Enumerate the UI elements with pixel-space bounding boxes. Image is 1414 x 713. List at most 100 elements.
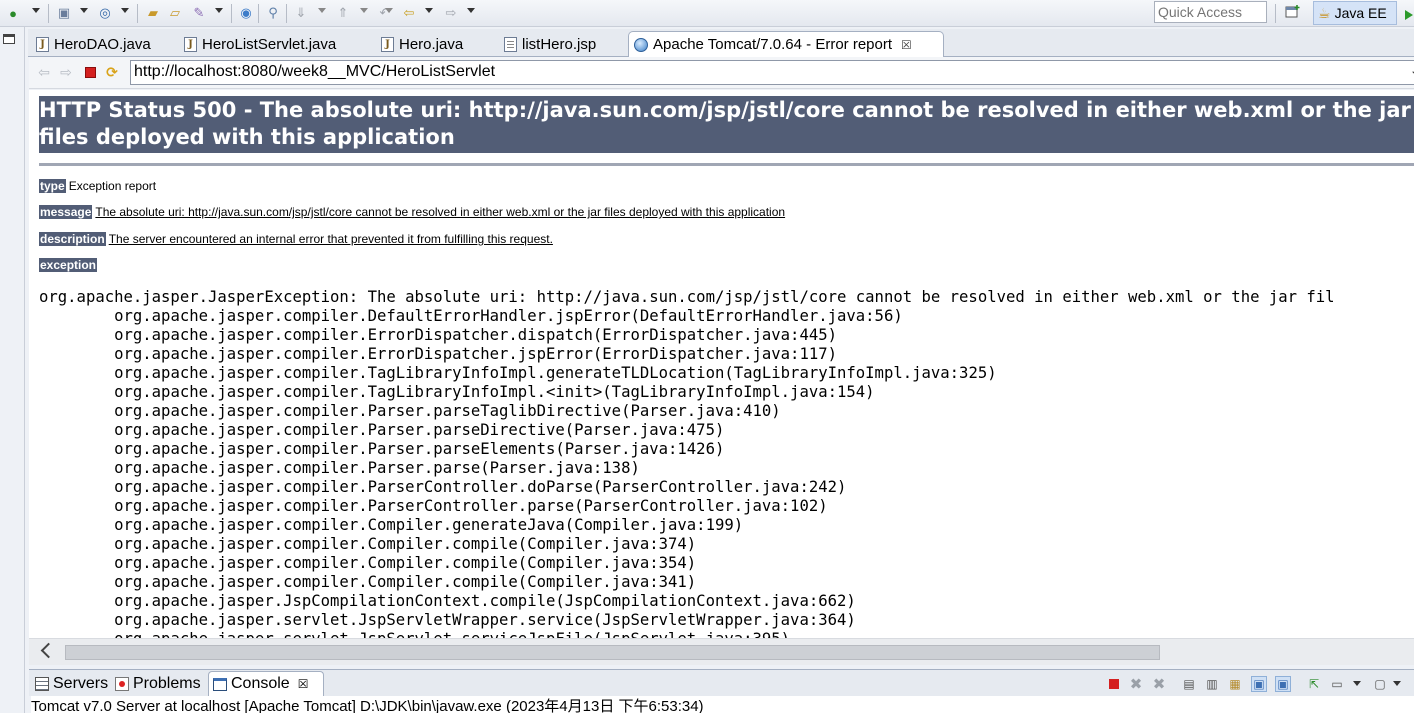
jsp-file-icon (504, 37, 517, 52)
type-value: Exception report (68, 179, 157, 193)
terminate-icon[interactable] (1106, 676, 1122, 692)
new-java-class-icon[interactable]: ◎ (96, 4, 114, 22)
bottom-panel-tab-bar: Servers Problems Console ☒ ✖ ✖ ▤ ▥ ▦ ▣ ▣… (29, 669, 1414, 696)
globe-icon (634, 37, 648, 52)
new-wizard-icon[interactable]: ▣ (55, 4, 73, 22)
exception-line: exception (39, 258, 100, 273)
forward-icon[interactable]: ⇨ (442, 4, 460, 22)
remove-all-launches-icon[interactable]: ✖ (1151, 676, 1167, 693)
description-label: description (39, 232, 106, 246)
main-toolbar: ● ▣ ◎ ▰ ▱ ✎ ◉ ⚲ ⇓ ⇑ ↶ ⇦ ⇨ ☕ Java EE (0, 0, 1414, 27)
show-on-error-icon[interactable]: ▣ (1275, 676, 1291, 692)
toolbar-separator (48, 4, 49, 23)
description-value: The server encountered an internal error… (108, 232, 553, 246)
pin-console-icon[interactable]: ⇱ (1306, 676, 1322, 692)
servers-icon (35, 676, 49, 691)
next-annotation-icon[interactable]: ⇓ (292, 4, 310, 22)
toolbar-separator (1275, 4, 1276, 23)
quick-access-input[interactable] (1154, 1, 1267, 23)
open-folder-icon[interactable]: ▱ (166, 4, 184, 22)
tab-label: Servers (53, 674, 109, 692)
open-console-dropdown-icon[interactable] (1393, 681, 1401, 686)
tab-tomcat-error-report[interactable]: Apache Tomcat/7.0.64 - Error report ☒ (628, 31, 944, 57)
open-console-icon[interactable]: ▢ (1372, 676, 1388, 692)
left-trim-strip (0, 27, 25, 713)
browser-globe-icon[interactable]: ◉ (237, 4, 255, 22)
new-wizard-dropdown-icon[interactable] (80, 8, 88, 13)
browser-stop-icon[interactable] (82, 64, 98, 80)
tab-label: listHero.jsp (522, 36, 597, 53)
back-icon[interactable]: ⇦ (400, 4, 418, 22)
error-page-content: HTTP Status 500 - The absolute uri: http… (29, 90, 1414, 638)
show-on-output-icon[interactable]: ▣ (1251, 676, 1267, 692)
open-perspective-icon[interactable] (1282, 1, 1304, 23)
debug-dropdown-icon[interactable] (32, 8, 40, 13)
browser-go-icon[interactable] (1405, 10, 1413, 20)
error-page-title: HTTP Status 500 - The absolute uri: http… (39, 96, 1414, 153)
browser-navigation-bar: ⇦ ⇨ ⟳ http://localhost:8080/week8__MVC/H… (29, 57, 1414, 89)
prev-annotation-dropdown-icon[interactable] (360, 8, 368, 13)
toolbar-separator (137, 4, 138, 23)
console-icon (213, 677, 227, 691)
scroll-lock-icon[interactable]: ▥ (1204, 676, 1220, 692)
restore-view-icon[interactable] (3, 34, 15, 44)
forward-dropdown-icon[interactable] (467, 8, 475, 13)
new-class-dropdown-icon[interactable] (121, 8, 129, 13)
last-edit-icon[interactable]: ↶ (376, 4, 394, 22)
next-annotation-dropdown-icon[interactable] (318, 8, 326, 13)
tab-console[interactable]: Console ☒ (208, 671, 324, 696)
url-input[interactable]: http://localhost:8080/week8__MVC/HeroLis… (130, 60, 1414, 85)
description-line: description The server encountered an int… (39, 232, 553, 247)
console-output: Tomcat v7.0 Server at localhost [Apache … (31, 696, 1414, 713)
java-ee-perspective-button[interactable]: ☕ Java EE (1313, 1, 1397, 25)
tab-listhero-jsp[interactable]: listHero.jsp (498, 31, 597, 57)
horizontal-rule (39, 163, 1414, 166)
display-console-dropdown-icon[interactable] (1353, 681, 1361, 686)
prev-annotation-icon[interactable]: ⇑ (334, 4, 352, 22)
url-text: http://localhost:8080/week8__MVC/HeroLis… (134, 63, 496, 80)
search-icon[interactable]: ⚲ (264, 4, 282, 22)
java-file-icon: J (381, 37, 394, 52)
console-process-label: Tomcat v7.0 Server at localhost [Apache … (31, 698, 704, 713)
message-line: message The absolute uri: http://java.sun… (39, 205, 785, 220)
tab-label: HeroListServlet.java (202, 36, 337, 53)
toolbar-separator (231, 4, 232, 23)
horizontal-scrollbar[interactable] (29, 638, 1414, 665)
tab-label: HeroDAO.java (54, 36, 151, 53)
tab-servers[interactable]: Servers (31, 671, 108, 696)
java-ee-label: Java EE (1334, 5, 1387, 21)
browser-refresh-icon[interactable]: ⟳ (104, 64, 120, 80)
browser-forward-icon[interactable]: ⇨ (58, 64, 74, 80)
scrollbar-thumb[interactable] (65, 645, 1160, 660)
type-line: type Exception report (39, 179, 156, 194)
close-tab-icon[interactable]: ☒ (298, 677, 309, 691)
toolbar-separator (258, 4, 259, 23)
tab-hero-java[interactable]: J Hero.java (375, 31, 464, 57)
toolbar-separator (286, 4, 287, 23)
tab-label: Problems (133, 674, 201, 692)
java-ee-icon: ☕ (1318, 4, 1331, 21)
brush-icon[interactable]: ✎ (190, 4, 208, 22)
brush-dropdown-icon[interactable] (215, 8, 223, 13)
back-dropdown-icon[interactable] (425, 8, 433, 13)
java-file-icon: J (184, 37, 197, 52)
browser-back-icon[interactable]: ⇦ (36, 64, 52, 80)
word-wrap-icon[interactable]: ▦ (1227, 676, 1243, 692)
tab-label: Apache Tomcat/7.0.64 - Error report (653, 36, 893, 53)
close-tab-icon[interactable]: ☒ (901, 38, 912, 52)
tab-label: Console (231, 675, 290, 692)
exception-label: exception (39, 258, 98, 272)
display-console-icon[interactable]: ▭ (1329, 676, 1345, 692)
last-edit-dropdown-icon[interactable] (385, 8, 393, 13)
tab-problems[interactable]: Problems (111, 671, 201, 696)
open-type-icon[interactable]: ▰ (144, 4, 162, 22)
message-label: message (39, 205, 93, 219)
remove-launch-icon[interactable]: ✖ (1128, 676, 1144, 693)
scroll-left-icon[interactable] (40, 642, 57, 659)
debug-icon[interactable]: ● (4, 4, 22, 22)
problems-icon (115, 676, 129, 691)
clear-console-icon[interactable]: ▤ (1181, 676, 1197, 692)
tab-herodao-java[interactable]: J HeroDAO.java (30, 31, 152, 57)
java-file-icon: J (36, 37, 49, 52)
tab-herolistservlet-java[interactable]: J HeroListServlet.java (178, 31, 337, 57)
